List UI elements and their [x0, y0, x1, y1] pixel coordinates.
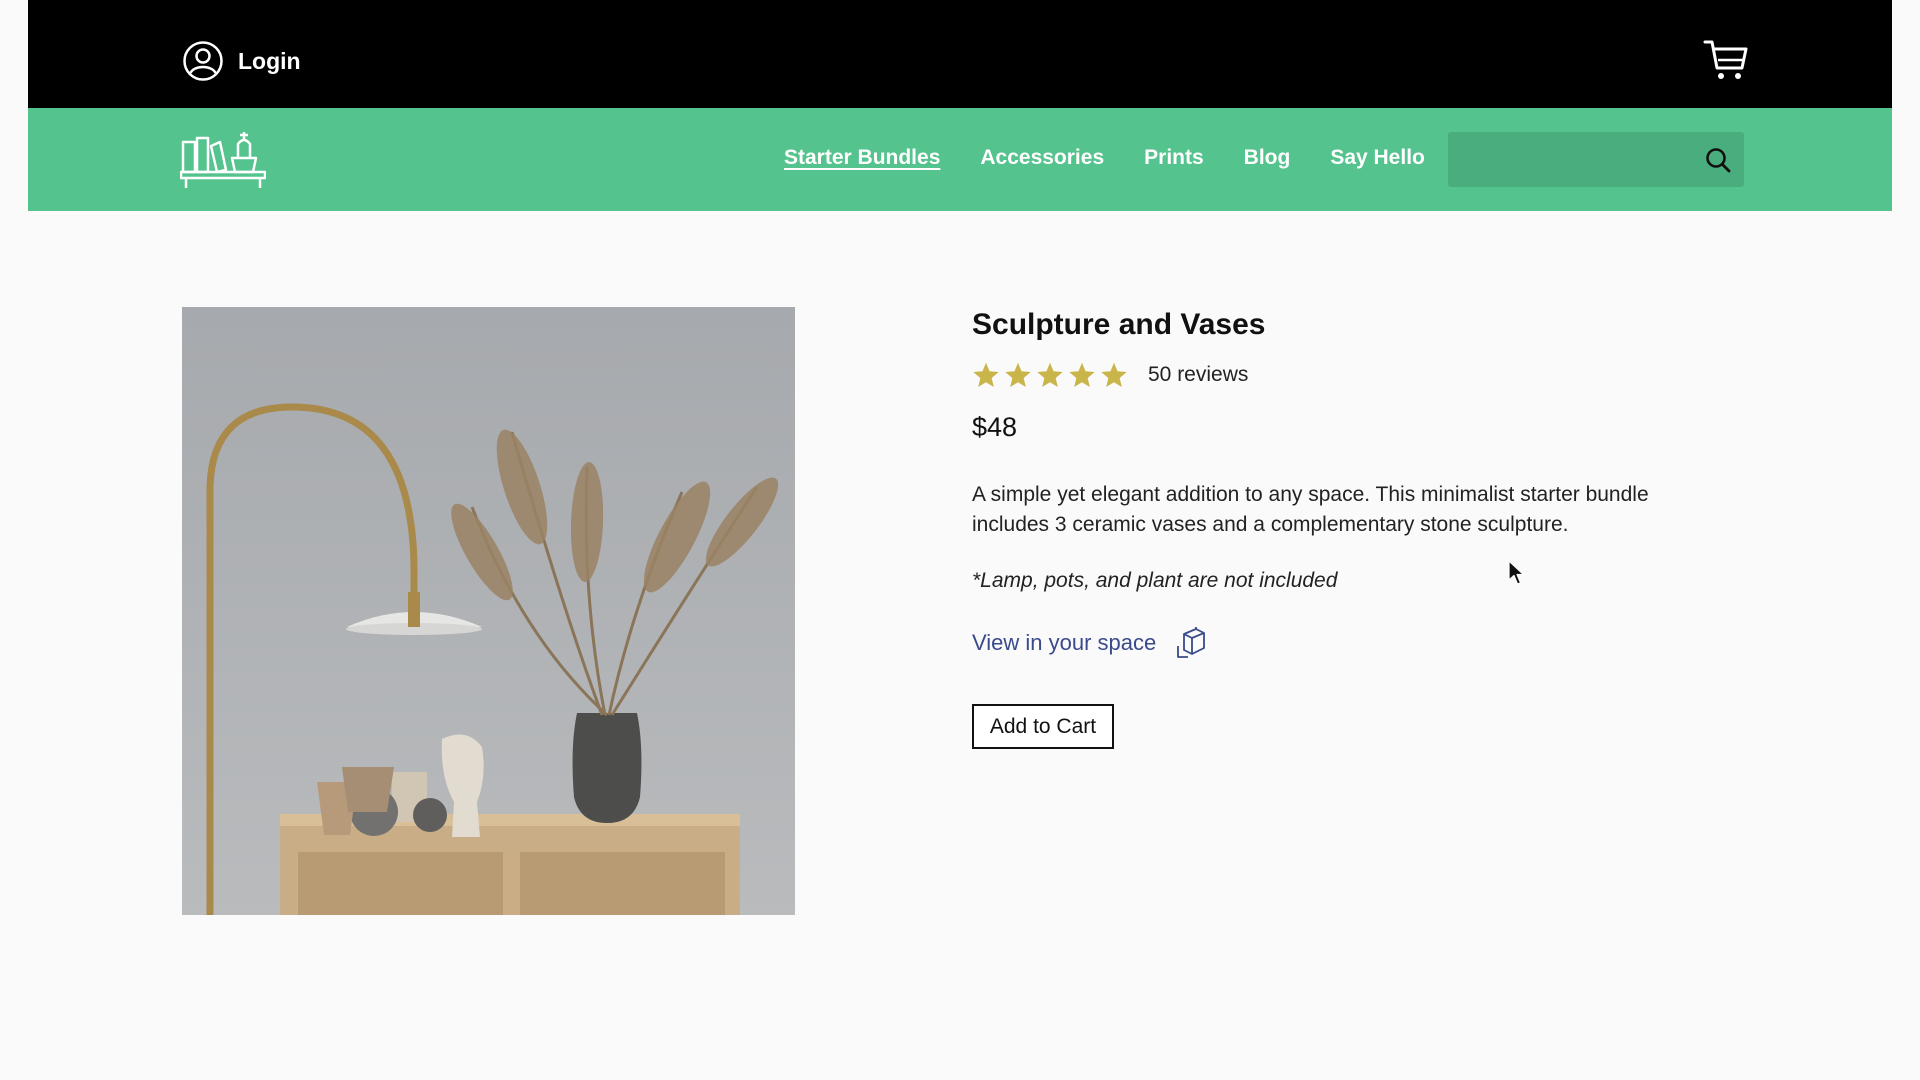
star-icon	[1101, 362, 1127, 388]
search-icon[interactable]	[1704, 146, 1732, 174]
star-icon	[973, 362, 999, 388]
nav-links: Starter Bundles Accessories Prints Blog …	[784, 146, 1425, 170]
cart-icon[interactable]	[1702, 36, 1750, 84]
nav-item-prints[interactable]: Prints	[1144, 146, 1204, 170]
search-input[interactable]	[1448, 132, 1688, 187]
user-circle-icon	[182, 40, 224, 82]
ar-cube-icon	[1174, 626, 1208, 660]
reviews-count[interactable]: 50 reviews	[1148, 363, 1248, 387]
product-image	[182, 307, 795, 915]
top-bar: Login	[28, 0, 1892, 108]
nav-item-say-hello[interactable]: Say Hello	[1330, 146, 1425, 170]
login-label: Login	[238, 47, 301, 74]
product-description: A simple yet elegant addition to any spa…	[972, 483, 1649, 536]
mouse-cursor-icon	[1508, 560, 1526, 586]
add-to-cart-button[interactable]: Add to Cart	[972, 704, 1114, 749]
view-in-space-label: View in your space	[972, 630, 1157, 655]
star-icon	[1037, 362, 1063, 388]
product-price: $48	[972, 412, 1018, 442]
main-nav: Starter Bundles Accessories Prints Blog …	[28, 108, 1892, 211]
star-icon	[1005, 362, 1031, 388]
nav-item-starter-bundles[interactable]: Starter Bundles	[784, 146, 940, 170]
nav-item-blog[interactable]: Blog	[1244, 146, 1291, 170]
product-note: *Lamp, pots, and plant are not included	[972, 569, 1338, 592]
view-in-space-link[interactable]: View in your space	[972, 626, 1208, 660]
login-link[interactable]: Login	[182, 40, 301, 82]
product-rating: 50 reviews	[972, 361, 1248, 389]
product-title: Sculpture and Vases	[972, 308, 1266, 341]
search-box	[1448, 132, 1744, 187]
rating-stars	[972, 361, 1128, 389]
nav-item-accessories[interactable]: Accessories	[980, 146, 1104, 170]
star-icon	[1069, 362, 1095, 388]
bookshelf-logo-icon[interactable]	[180, 128, 266, 190]
